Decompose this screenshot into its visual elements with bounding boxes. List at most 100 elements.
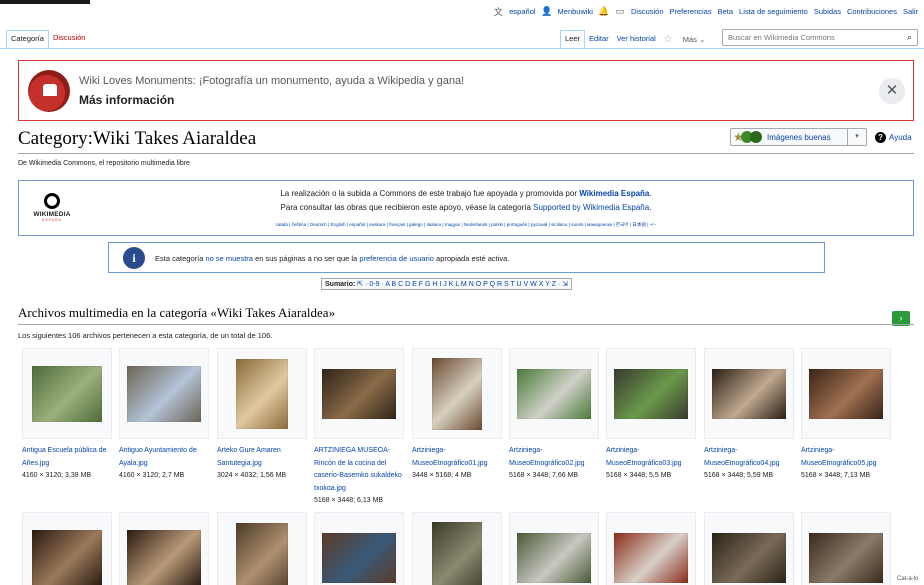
file-name-link[interactable]: Artziniega-MuseoEtnográfico02.jpg bbox=[509, 445, 599, 470]
tab-category[interactable]: Categoría bbox=[6, 30, 49, 49]
gallery-item bbox=[119, 512, 209, 585]
file-name-link[interactable]: Antigua Escuela pública de Añes.jpg bbox=[22, 445, 112, 470]
more-menu[interactable]: Más ⌄ bbox=[677, 35, 712, 44]
view-tabs: Leer Editar Ver historial ☆ Más ⌄ bbox=[560, 30, 711, 49]
banner-more-info-link[interactable]: Más información bbox=[79, 93, 174, 107]
toc-letters[interactable]: ⇱ · 0-9 · A B C D E F G H I J K L M N O … bbox=[357, 281, 568, 288]
thumbnail-image[interactable] bbox=[704, 512, 794, 585]
file-name-link[interactable]: Antiguo Ayuntamiento de Ayala.jpg bbox=[119, 445, 209, 470]
file-dimensions: 5168 × 3448; 7,13 MB bbox=[801, 472, 871, 479]
file-dimensions: 5168 × 3448; 7,66 MB bbox=[509, 472, 579, 479]
gallery-item: ARTZINIEGA MUSEOA-Rincón de la cocina de… bbox=[314, 348, 404, 508]
language-selector[interactable]: español bbox=[509, 7, 535, 16]
file-name-link[interactable]: Artziniega-MuseoEtnográfico05.jpg bbox=[801, 445, 891, 470]
section-divider bbox=[18, 324, 914, 325]
nav-uploads[interactable]: Subidas bbox=[814, 7, 841, 16]
gallery-item: Artziniega-MuseoEtnográfico05.jpg 5168 × … bbox=[801, 348, 891, 483]
tab-discussion[interactable]: Discusión bbox=[48, 30, 90, 49]
tab-edit[interactable]: Editar bbox=[585, 31, 613, 49]
thumbnail-image[interactable] bbox=[314, 348, 404, 439]
nav-logout[interactable]: Salir bbox=[903, 7, 918, 16]
thumbnail-image[interactable] bbox=[412, 512, 502, 585]
support-category-text: Para consultar las obras que recibieron … bbox=[280, 203, 652, 212]
tab-read[interactable]: Leer bbox=[560, 30, 586, 49]
thumbnail-image[interactable] bbox=[119, 512, 209, 585]
translate-icon[interactable]: 文 bbox=[493, 6, 503, 17]
help-icon: ? bbox=[875, 132, 886, 143]
gallery-item: Arteko Gure Amaren Santutegia.jpg 3024 × … bbox=[217, 348, 307, 483]
inbox-icon[interactable]: ▭ bbox=[615, 6, 625, 16]
quality-star-icon: ★ bbox=[733, 130, 767, 144]
thumbnail-image[interactable] bbox=[606, 348, 696, 439]
alphabet-toc: Sumario: ⇱ · 0-9 · A B C D E F G H I J K… bbox=[321, 278, 573, 290]
gallery-caption: Artziniega-MuseoEtnográfico04.jpg 5168 × … bbox=[704, 445, 794, 483]
user-icon: 👤 bbox=[540, 5, 553, 16]
gallery-item: Artziniega-MuseoEtnográfico03.jpg 5168 × … bbox=[606, 348, 696, 483]
file-dimensions: 4160 × 3120; 3,38 MB bbox=[22, 472, 92, 479]
thumbnail-image[interactable] bbox=[314, 512, 404, 585]
file-dimensions: 5168 × 3448; 6,13 MB bbox=[314, 497, 384, 504]
gallery-item bbox=[217, 512, 307, 585]
category-links[interactable]: Cat-a-lo bbox=[897, 576, 918, 582]
wikimedia-espana-link[interactable]: Wikimedia España bbox=[579, 189, 649, 198]
thumbnail-image[interactable] bbox=[704, 348, 794, 439]
file-dimensions: 3448 × 5168; 4 MB bbox=[412, 472, 472, 479]
tab-history[interactable]: Ver historial bbox=[612, 31, 660, 49]
nav-watchlist[interactable]: Lista de seguimiento bbox=[739, 7, 808, 16]
file-name-link[interactable]: Artziniega-MuseoEtnográfico03.jpg bbox=[606, 445, 696, 470]
file-name-link[interactable]: Artziniega-MuseoEtnográfico01.jpg bbox=[412, 445, 502, 470]
gallery-item: Artziniega-MuseoEtnográfico01.jpg 3448 × … bbox=[412, 348, 502, 483]
thumbnail-image[interactable] bbox=[509, 348, 599, 439]
thumbnail-image[interactable] bbox=[22, 512, 112, 585]
gallery-caption: Antiguo Ayuntamiento de Ayala.jpg 4160 × … bbox=[119, 445, 209, 483]
page-title: Category:Wiki Takes Aiaraldea bbox=[18, 128, 257, 149]
close-icon[interactable]: ✕ bbox=[879, 78, 905, 104]
help-link[interactable]: ? Ayuda bbox=[875, 132, 912, 143]
file-dimensions: 4160 × 3120; 2,7 MB bbox=[119, 472, 185, 479]
not-shown-link[interactable]: no se muestra bbox=[205, 254, 253, 263]
site-logo-strip bbox=[0, 0, 90, 4]
thumbnail-image[interactable] bbox=[801, 512, 891, 585]
gallery-caption: Artziniega-MuseoEtnográfico02.jpg 5168 × … bbox=[509, 445, 599, 483]
wikimedia-espana-template: WIKIMEDIA ESPAÑA La realización o la sub… bbox=[18, 180, 914, 236]
search-input[interactable]: Buscar en Wikimedia Commons ⌕ bbox=[722, 29, 918, 46]
file-name-link[interactable]: Artziniega-MuseoEtnográfico04.jpg bbox=[704, 445, 794, 470]
nav-preferences[interactable]: Preferencias bbox=[670, 7, 712, 16]
file-dimensions: 5168 × 3448; 5,59 MB bbox=[704, 472, 774, 479]
thumbnail-image[interactable] bbox=[217, 348, 307, 439]
search-icon[interactable]: ⌕ bbox=[907, 32, 912, 43]
file-dimensions: 5168 × 3448; 5,5 MB bbox=[606, 472, 672, 479]
thumbnail-image[interactable] bbox=[412, 348, 502, 439]
chevron-down-icon[interactable]: ▾ bbox=[847, 129, 866, 145]
nav-beta[interactable]: Beta bbox=[718, 7, 733, 16]
file-name-link[interactable]: Arteko Gure Amaren Santutegia.jpg bbox=[217, 445, 307, 470]
bell-icon[interactable]: 🔔 bbox=[598, 6, 609, 16]
gallery-caption: Antigua Escuela pública de Añes.jpg 4160 … bbox=[22, 445, 112, 483]
thumbnail-image[interactable] bbox=[509, 512, 599, 585]
nav-contributions[interactable]: Contribuciones bbox=[847, 7, 897, 16]
gallery-item: Antiguo Ayuntamiento de Ayala.jpg 4160 × … bbox=[119, 348, 209, 483]
gallery-item bbox=[412, 512, 502, 585]
hidden-category-notice: i Esta categoría no se muestra en sus pá… bbox=[108, 242, 825, 273]
gallery-item bbox=[606, 512, 696, 585]
support-text: La realización o la subida a Commons de … bbox=[280, 189, 652, 198]
gallery-caption: ARTZINIEGA MUSEOA-Rincón de la cocina de… bbox=[314, 445, 404, 508]
thumbnail-image[interactable] bbox=[801, 348, 891, 439]
supported-category-link[interactable]: Supported by Wikimedia España bbox=[533, 203, 649, 212]
thumbnail-image[interactable] bbox=[606, 512, 696, 585]
gallery-item bbox=[509, 512, 599, 585]
user-preference-link[interactable]: preferencia de usuario bbox=[359, 254, 434, 263]
title-divider bbox=[18, 153, 914, 154]
thumbnail-image[interactable] bbox=[217, 512, 307, 585]
file-name-link[interactable]: ARTZINIEGA MUSEOA-Rincón de la cocina de… bbox=[314, 445, 404, 495]
thumbnail-image[interactable] bbox=[119, 348, 209, 439]
watch-star-icon[interactable]: ☆ bbox=[660, 34, 677, 45]
language-links[interactable]: català | čeština | Deutsch | English | e… bbox=[19, 222, 913, 228]
nav-discussion[interactable]: Discusión bbox=[631, 7, 664, 16]
good-images-button[interactable]: ★ Imágenes buenas ▾ bbox=[730, 128, 867, 146]
wiki-loves-monuments-logo bbox=[28, 70, 70, 112]
username-link[interactable]: Menbuwiki bbox=[558, 7, 593, 16]
gallery-item: Artziniega-MuseoEtnográfico04.jpg 5168 × … bbox=[704, 348, 794, 483]
content-border bbox=[0, 48, 924, 49]
thumbnail-image[interactable] bbox=[22, 348, 112, 439]
